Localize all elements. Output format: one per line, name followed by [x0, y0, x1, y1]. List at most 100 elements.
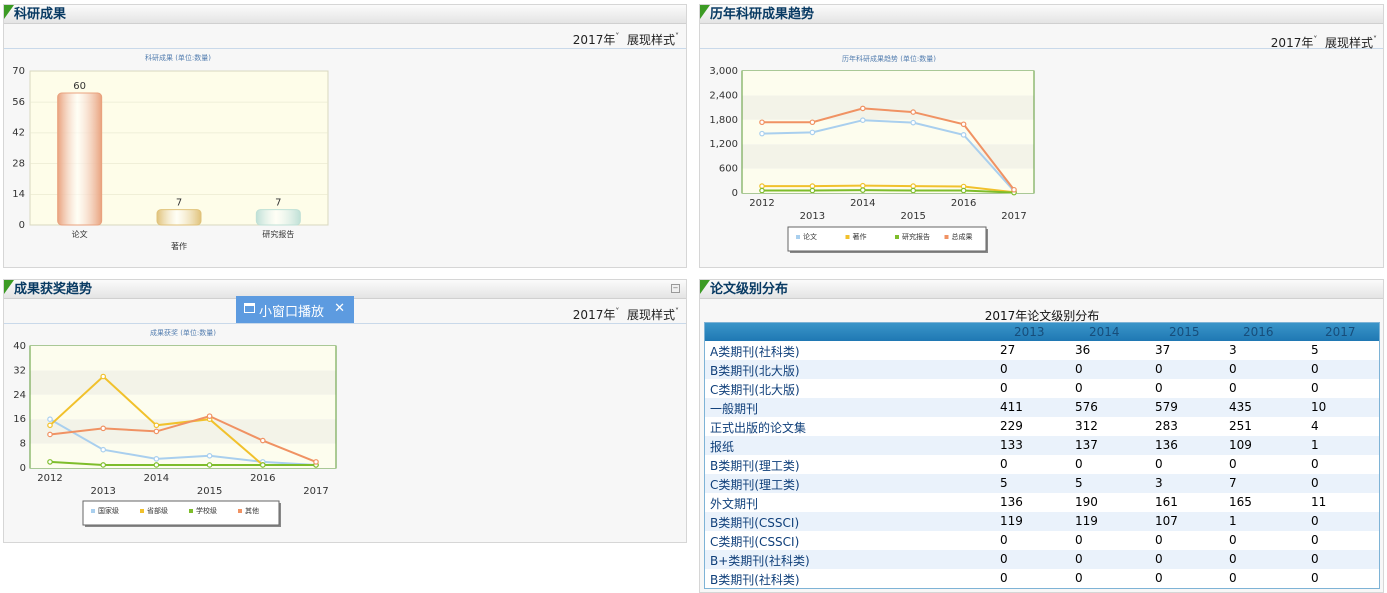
- legend-label: 学校级: [196, 506, 217, 515]
- column-header[interactable]: 2014: [1089, 325, 1120, 339]
- table-row: C类期刊(北大版) 0 0 0 0 0: [705, 379, 1379, 398]
- column-header[interactable]: 2017: [1325, 325, 1356, 339]
- count-cell: 0: [1311, 514, 1319, 528]
- y-tick-label: 40: [13, 341, 26, 352]
- table-row: 一般期刊 411 576 579 435 10: [705, 398, 1379, 417]
- collapse-icon[interactable]: −: [671, 284, 680, 293]
- data-point: [759, 187, 765, 194]
- count-cell: 1: [1311, 438, 1319, 452]
- panel-title: 科研成果: [14, 7, 67, 22]
- y-tick-label: 14: [12, 189, 25, 200]
- count-cell: 119: [1075, 514, 1098, 528]
- legend-label: 著作: [853, 232, 867, 241]
- x-tick-label: 2016: [951, 198, 976, 209]
- y-tick-label: 16: [13, 414, 26, 425]
- panel-header: 论文级别分布: [700, 280, 1383, 299]
- count-cell: 0: [1075, 571, 1083, 585]
- table-row: C类期刊(CSSCI) 0 0 0 0 0: [705, 531, 1379, 550]
- count-cell: 0: [1155, 533, 1163, 547]
- table-row: B+类期刊(社科类) 0 0 0 0 0: [705, 550, 1379, 569]
- count-cell: 161: [1155, 495, 1178, 509]
- display-style-select[interactable]: 展现样式˅: [627, 32, 679, 47]
- display-style-select[interactable]: 展现样式˅: [1325, 35, 1377, 50]
- y-tick-label: 1,200: [709, 139, 738, 150]
- count-cell: 136: [1000, 495, 1023, 509]
- bar-value-label: 7: [176, 198, 182, 209]
- journal-level-name: 一般期刊: [710, 402, 759, 416]
- data-point: [759, 183, 765, 189]
- count-cell: 0: [1075, 552, 1083, 566]
- dropdown-arrow-icon: ˅: [675, 32, 679, 41]
- table-body: A类期刊(社科类) 27 36 37 3 5 B类期刊(北大版) 0 0 0 0 0 C类期刊(北大版)…: [705, 341, 1379, 588]
- count-cell: 3: [1155, 476, 1163, 490]
- panel-title: 成果获奖趋势: [14, 282, 93, 297]
- count-cell: 0: [1000, 457, 1008, 471]
- data-point: [259, 437, 266, 444]
- mini-window-popup[interactable]: 小窗口播放 ✕: [236, 296, 354, 323]
- year-select[interactable]: 2017年˅: [573, 307, 620, 322]
- y-tick-label: 42: [12, 128, 25, 139]
- legend-label: 研究报告: [902, 232, 930, 241]
- x-tick-label: 2015: [900, 211, 925, 222]
- legend-swatch: [91, 509, 95, 513]
- x-tick-label: 著作: [171, 241, 187, 251]
- table-row: B类期刊(理工类) 0 0 0 0 0: [705, 455, 1379, 474]
- column-header[interactable]: 2016: [1243, 325, 1274, 339]
- journal-level-name: B类期刊(社科类): [710, 573, 800, 587]
- grid-band: [30, 394, 336, 420]
- data-point: [206, 413, 213, 419]
- y-tick-label: 3,000: [709, 66, 738, 77]
- legend-label: 省部级: [147, 506, 168, 515]
- journal-level-name: A类期刊(社科类): [710, 345, 800, 359]
- table-row: 外文期刊 136 190 161 165 11: [705, 493, 1379, 512]
- table-row: B类期刊(社科类) 0 0 0 0 0: [705, 569, 1379, 588]
- count-cell: 5: [1075, 476, 1083, 490]
- data-point: [47, 416, 53, 423]
- data-point: [910, 183, 917, 189]
- table-row: A类期刊(社科类) 27 36 37 3 5: [705, 341, 1379, 360]
- mini-window-play-label[interactable]: 小窗口播放: [259, 301, 324, 320]
- count-cell: 0: [1000, 533, 1008, 547]
- legend-swatch: [189, 509, 193, 513]
- count-cell: 0: [1000, 571, 1008, 585]
- data-point: [100, 462, 107, 468]
- year-select[interactable]: 2017年˅: [1271, 35, 1318, 50]
- dropdown-arrow-icon: ˅: [1313, 35, 1318, 44]
- display-style-select[interactable]: 展现样式˅: [627, 307, 679, 322]
- journal-level-name: B类期刊(理工类): [710, 459, 800, 473]
- count-cell: 0: [1155, 457, 1163, 471]
- count-cell: 0: [1311, 457, 1319, 471]
- dropdown-arrow-icon: ˅: [615, 307, 620, 316]
- journal-level-name: B类期刊(CSSCI): [710, 516, 800, 530]
- count-cell: 107: [1155, 514, 1178, 528]
- dropdown-arrow-icon: ˅: [615, 32, 620, 41]
- column-header[interactable]: 2015: [1169, 325, 1200, 339]
- count-cell: 0: [1311, 362, 1319, 376]
- count-cell: 0: [1311, 381, 1319, 395]
- journal-level-name: C类期刊(CSSCI): [710, 535, 800, 549]
- data-point: [759, 119, 765, 126]
- data-point: [910, 187, 917, 194]
- data-point: [860, 187, 866, 193]
- year-select[interactable]: 2017年˅: [573, 32, 620, 47]
- data-point: [47, 459, 53, 465]
- journal-level-name: 报纸: [710, 440, 735, 454]
- mini-window-icon: [244, 303, 255, 313]
- column-header[interactable]: 2013: [1014, 325, 1045, 339]
- grid-band: [742, 71, 1034, 96]
- level-table: 2017年论文级别分布 2013 2014 2015 2016 2017 A类期刊(社科…: [704, 309, 1380, 589]
- table-row: 报纸 133 137 136 109 1: [705, 436, 1379, 455]
- count-cell: 0: [1155, 381, 1163, 395]
- count-cell: 0: [1155, 362, 1163, 376]
- dropdown-arrow-icon: ˅: [1373, 35, 1377, 44]
- data-point: [960, 187, 967, 194]
- data-point: [759, 130, 765, 137]
- count-cell: 1: [1229, 514, 1237, 528]
- close-icon[interactable]: ✕: [334, 301, 345, 316]
- award-line-chart: 0 8 16 24 32 40 2012 2013 2014 2015 2016 2017 国家级 省部级…: [13, 341, 337, 527]
- count-cell: 136: [1155, 438, 1178, 452]
- grid-band: [30, 370, 336, 395]
- data-point: [259, 462, 266, 468]
- count-cell: 0: [1229, 552, 1237, 566]
- count-cell: 0: [1075, 381, 1083, 395]
